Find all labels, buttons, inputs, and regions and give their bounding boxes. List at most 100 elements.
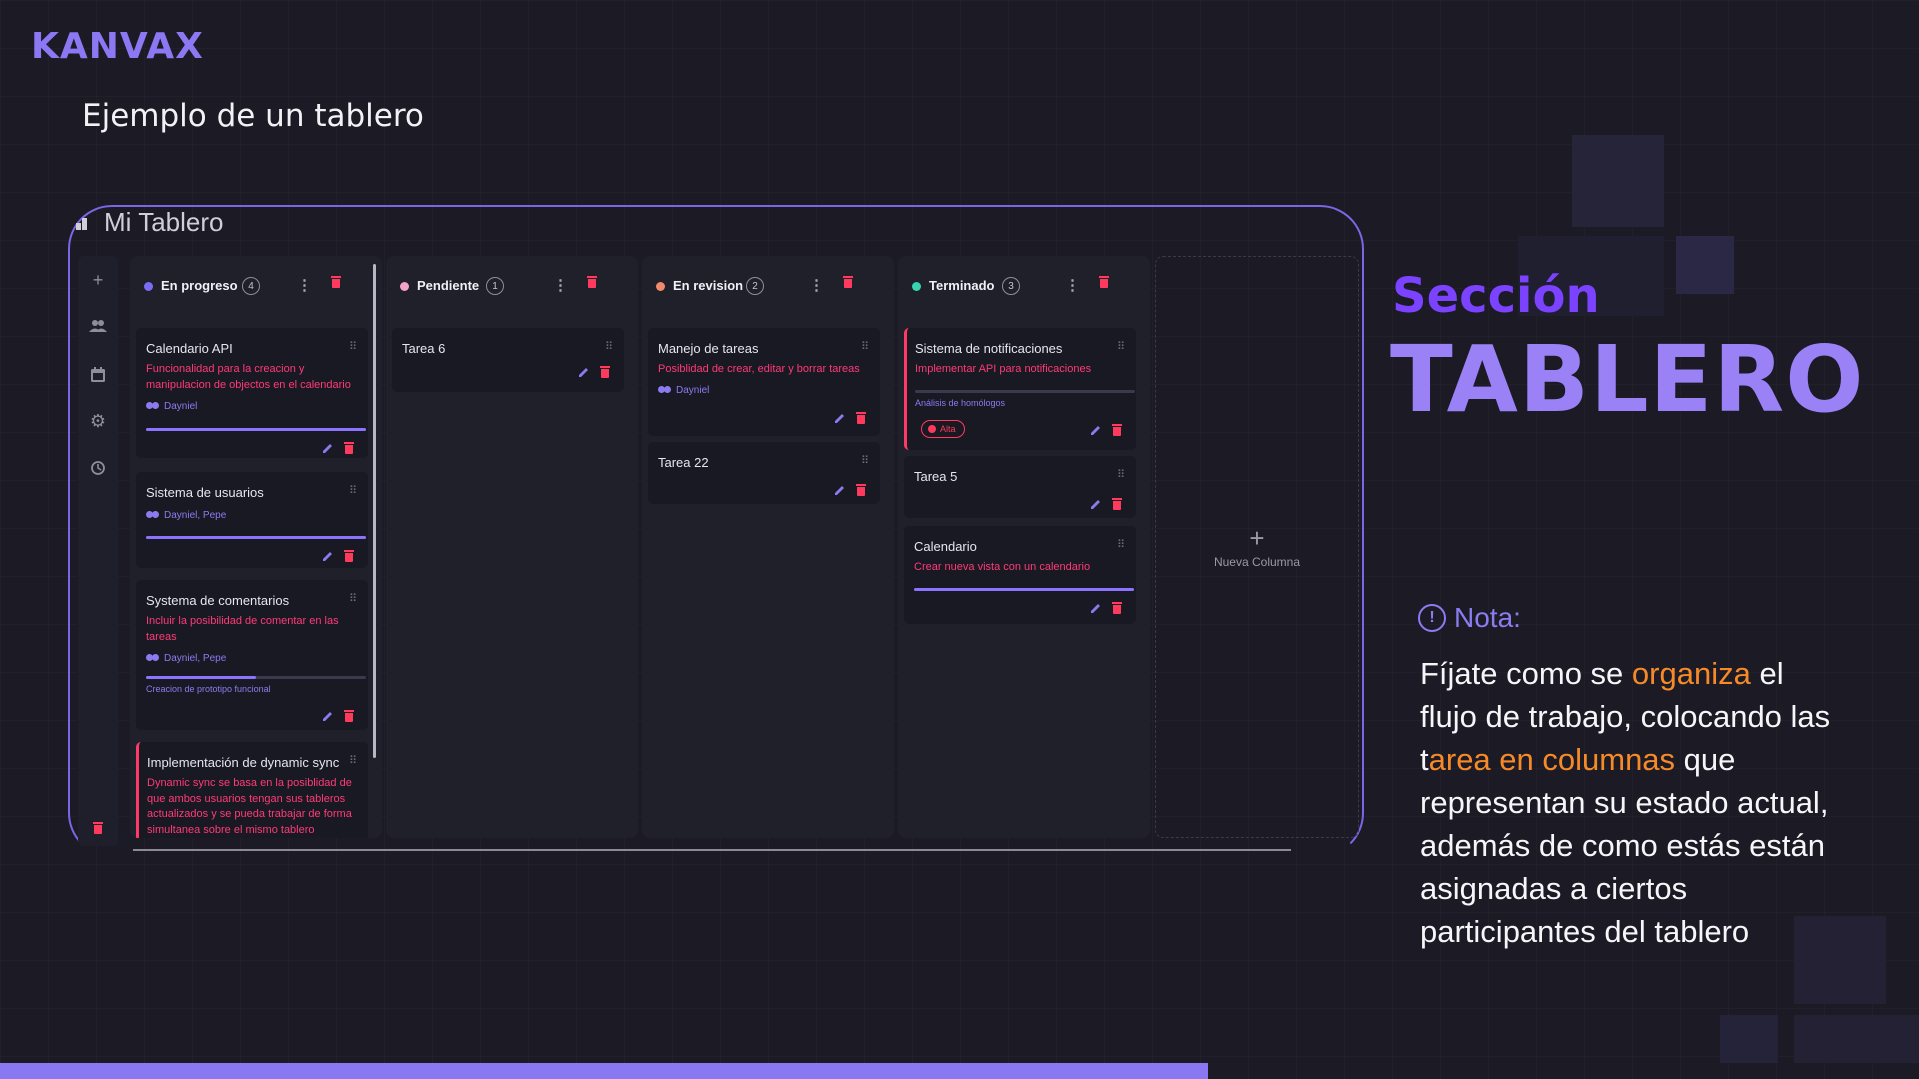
task-card[interactable]: Tarea 5 ⠿ <box>904 456 1136 518</box>
trash-icon[interactable] <box>587 276 597 288</box>
new-column-button[interactable]: + Nueva Columna <box>1155 256 1359 838</box>
board-sidebar: + ⚙ <box>78 256 118 846</box>
trash-icon[interactable] <box>1112 424 1122 436</box>
trash-icon[interactable] <box>1112 602 1122 614</box>
assignee-names: Dayniel <box>676 385 710 396</box>
column-header: Terminado 3 ⋮ <box>898 256 1150 316</box>
card-title: Sistema de usuarios <box>146 485 264 500</box>
task-card[interactable]: Sistema de notificaciones ⠿ Implementar … <box>904 328 1136 450</box>
column-name: En progreso <box>161 278 238 293</box>
task-card[interactable]: Tarea 22 ⠿ <box>648 442 880 504</box>
subtask-label: Análisis de homólogos <box>915 398 1006 408</box>
task-card[interactable]: Systema de comentarios ⠿ Incluir la posi… <box>136 580 368 730</box>
subtask-label: Creacion de prototipo funcional <box>146 684 271 694</box>
drag-handle-icon[interactable]: ⠿ <box>1117 538 1125 551</box>
note-header: ! Nota: <box>1418 602 1521 634</box>
more-vert-icon[interactable]: ⋮ <box>297 276 312 294</box>
brand-logo: KANVAX <box>31 26 204 67</box>
drag-handle-icon[interactable]: ⠿ <box>349 592 357 605</box>
edit-icon[interactable] <box>1090 498 1102 510</box>
task-card[interactable]: Sistema de usuarios ⠿ Dayniel, Pepe <box>136 472 368 568</box>
card-assignees: Dayniel, Pepe <box>146 510 226 521</box>
more-vert-icon[interactable]: ⋮ <box>1065 276 1080 294</box>
board-title: Mi Tablero <box>104 207 224 237</box>
column-name: En revision <box>673 278 744 293</box>
trash-icon[interactable] <box>344 710 354 722</box>
trash-icon[interactable] <box>344 550 354 562</box>
people-icon <box>146 511 160 520</box>
edit-icon[interactable] <box>322 442 334 454</box>
task-card[interactable]: Implementación de dynamic sync ⠿ Dynamic… <box>136 742 368 838</box>
trash-icon[interactable] <box>600 366 610 378</box>
trash-icon[interactable] <box>331 276 341 288</box>
drag-handle-icon[interactable]: ⠿ <box>1117 468 1125 481</box>
trash-icon[interactable] <box>843 276 853 288</box>
edit-icon[interactable] <box>322 710 334 722</box>
assignee-names: Dayniel, Pepe <box>164 510 227 521</box>
task-card[interactable]: Manejo de tareas ⠿ Posiblidad de crear, … <box>648 328 880 436</box>
progress-bar <box>914 588 1134 591</box>
people-icon[interactable] <box>88 316 108 336</box>
column-status-dot <box>656 282 665 291</box>
gear-icon[interactable]: ⚙ <box>88 411 108 431</box>
column-header: En revision 2 ⋮ <box>642 256 894 316</box>
board-column: Terminado 3 ⋮ Sistema de notificaciones … <box>898 256 1150 838</box>
progress-bar <box>915 390 1135 393</box>
card-assignees: Dayniel <box>146 401 197 412</box>
column-count: 3 <box>1002 277 1020 295</box>
column-name: Terminado <box>929 278 995 293</box>
trash-icon[interactable] <box>1099 276 1109 288</box>
drag-handle-icon[interactable]: ⠿ <box>349 754 357 767</box>
trash-icon[interactable] <box>856 484 866 496</box>
board-column: Pendiente 1 ⋮ Tarea 6 ⠿ <box>386 256 638 838</box>
calendar-icon[interactable] <box>88 364 108 384</box>
task-card[interactable]: Tarea 6 ⠿ <box>392 328 624 392</box>
edit-icon[interactable] <box>1090 602 1102 614</box>
note-text-part: Fíjate como se <box>1420 656 1632 691</box>
task-card[interactable]: Calendario ⠿ Crear nueva vista con un ca… <box>904 526 1136 624</box>
edit-icon[interactable] <box>322 550 334 562</box>
edit-icon[interactable] <box>1090 424 1102 436</box>
vertical-scrollbar[interactable] <box>373 264 376 758</box>
card-title: Tarea 6 <box>402 341 446 356</box>
edit-icon[interactable] <box>834 412 846 424</box>
edit-icon[interactable] <box>578 366 590 378</box>
trash-icon[interactable] <box>344 442 354 454</box>
task-card[interactable]: Calendario API ⠿ Funcionalidad para la c… <box>136 328 368 458</box>
note-highlight: area en columnas <box>1428 742 1676 777</box>
history-icon[interactable] <box>88 458 108 478</box>
note-label: Nota: <box>1454 602 1521 633</box>
people-icon <box>146 654 160 663</box>
card-title: Implementación de dynamic sync <box>147 755 340 770</box>
add-icon[interactable]: + <box>88 270 108 290</box>
new-column-label: Nueva Columna <box>1213 555 1301 569</box>
trash-icon[interactable] <box>88 818 108 838</box>
assignee-names: Dayniel <box>164 401 198 412</box>
column-header: En progreso 4 ⋮ <box>130 256 382 316</box>
section-label: Sección <box>1392 268 1600 324</box>
trash-icon[interactable] <box>856 412 866 424</box>
note-highlight: organiza <box>1631 656 1751 691</box>
drag-handle-icon[interactable]: ⠿ <box>1117 340 1125 353</box>
decorative-square <box>1676 236 1734 294</box>
trash-icon[interactable] <box>1112 498 1122 510</box>
edit-icon[interactable] <box>834 484 846 496</box>
card-title: Manejo de tareas <box>658 341 759 356</box>
column-count: 2 <box>746 277 764 295</box>
drag-handle-icon[interactable]: ⠿ <box>349 484 357 497</box>
drag-handle-icon[interactable]: ⠿ <box>605 340 613 353</box>
drag-handle-icon[interactable]: ⠿ <box>861 340 869 353</box>
progress-bar <box>146 536 366 539</box>
board-icon <box>76 216 90 230</box>
people-icon <box>146 402 160 411</box>
horizontal-scrollbar[interactable] <box>133 849 1291 851</box>
drag-handle-icon[interactable]: ⠿ <box>861 454 869 467</box>
card-description: Crear nueva vista con un calendario <box>914 561 1091 573</box>
more-vert-icon[interactable]: ⋮ <box>809 276 824 294</box>
slide-subtitle: Ejemplo de un tablero <box>82 98 424 134</box>
progress-bar <box>146 676 366 679</box>
drag-handle-icon[interactable]: ⠿ <box>349 340 357 353</box>
more-vert-icon[interactable]: ⋮ <box>553 276 568 294</box>
decorative-square <box>1720 1015 1778 1063</box>
decorative-square <box>1572 135 1664 227</box>
